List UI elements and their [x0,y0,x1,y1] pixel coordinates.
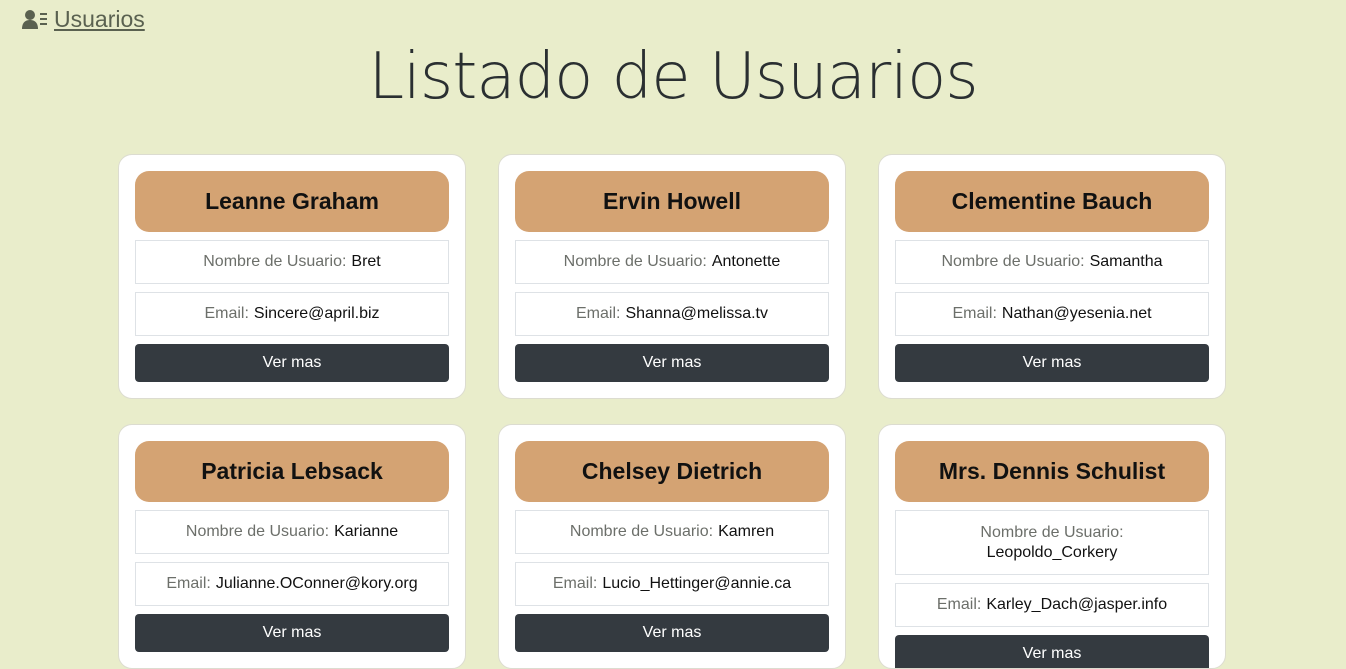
email-value: Sincere@april.biz [253,305,380,322]
email-label: Email: [952,305,997,322]
user-name: Ervin Howell [515,171,829,232]
user-card: Mrs. Dennis Schulist Nombre de Usuario: … [878,424,1226,669]
email-value: Lucio_Hettinger@annie.ca [602,575,792,592]
username-label: Nombre de Usuario: [980,523,1124,541]
ver-mas-button[interactable]: Ver mas [135,614,449,652]
user-card: Clementine Bauch Nombre de Usuario: Sama… [878,154,1226,399]
user-name: Leanne Graham [135,171,449,232]
page-title: Listado de Usuarios [368,40,978,114]
user-list-icon [22,9,48,31]
nav-link-usuarios[interactable]: Usuarios [54,6,145,33]
username-field: Nombre de Usuario: Karianne [135,510,449,554]
username-field: Nombre de Usuario: Kamren [515,510,829,554]
username-value: Leopoldo_Corkery [986,543,1118,561]
ver-mas-button[interactable]: Ver mas [895,344,1209,382]
ver-mas-button[interactable]: Ver mas [515,614,829,652]
email-field: Email: Sincere@april.biz [135,292,449,336]
email-field: Email: Lucio_Hettinger@annie.ca [515,562,829,606]
email-field: Email: Nathan@yesenia.net [895,292,1209,336]
user-name: Chelsey Dietrich [515,441,829,502]
user-card: Chelsey Dietrich Nombre de Usuario: Kamr… [498,424,846,669]
ver-mas-button[interactable]: Ver mas [895,635,1209,668]
user-card: Leanne Graham Nombre de Usuario: Bret Em… [118,154,466,399]
user-name: Mrs. Dennis Schulist [895,441,1209,502]
email-label: Email: [204,305,249,322]
email-value: Shanna@melissa.tv [625,305,768,322]
ver-mas-button[interactable]: Ver mas [515,344,829,382]
username-field: Nombre de Usuario: Bret [135,240,449,284]
username-label: Nombre de Usuario: [203,253,347,270]
email-value: Julianne.OConner@kory.org [215,575,418,592]
username-label: Nombre de Usuario: [941,253,1085,270]
top-nav: Usuarios [22,6,145,33]
email-field: Email: Shanna@melissa.tv [515,292,829,336]
email-label: Email: [166,575,211,592]
username-label: Nombre de Usuario: [569,523,714,540]
ver-mas-button[interactable]: Ver mas [135,344,449,382]
username-value: Samantha [1089,253,1163,270]
username-label: Nombre de Usuario: [563,253,707,270]
email-value: Nathan@yesenia.net [1001,305,1152,322]
email-label: Email: [576,305,621,322]
username-value: Antonette [711,253,781,270]
email-label: Email: [552,575,598,592]
user-name: Patricia Lebsack [135,441,449,502]
user-card-grid: Leanne Graham Nombre de Usuario: Bret Em… [118,154,1228,669]
username-label: Nombre de Usuario: [185,523,330,540]
user-name: Clementine Bauch [895,171,1209,232]
email-value: Karley_Dach@jasper.info [986,596,1168,613]
username-field: Nombre de Usuario: Antonette [515,240,829,284]
username-value: Kamren [718,523,775,540]
email-label: Email: [936,596,982,613]
user-card: Ervin Howell Nombre de Usuario: Antonett… [498,154,846,399]
username-field: Nombre de Usuario: Leopoldo_Corkery [895,510,1209,575]
email-field: Email: Karley_Dach@jasper.info [895,583,1209,627]
username-field: Nombre de Usuario: Samantha [895,240,1209,284]
username-value: Bret [351,253,381,270]
username-value: Karianne [334,523,399,540]
user-card: Patricia Lebsack Nombre de Usuario: Kari… [118,424,466,669]
email-field: Email: Julianne.OConner@kory.org [135,562,449,606]
